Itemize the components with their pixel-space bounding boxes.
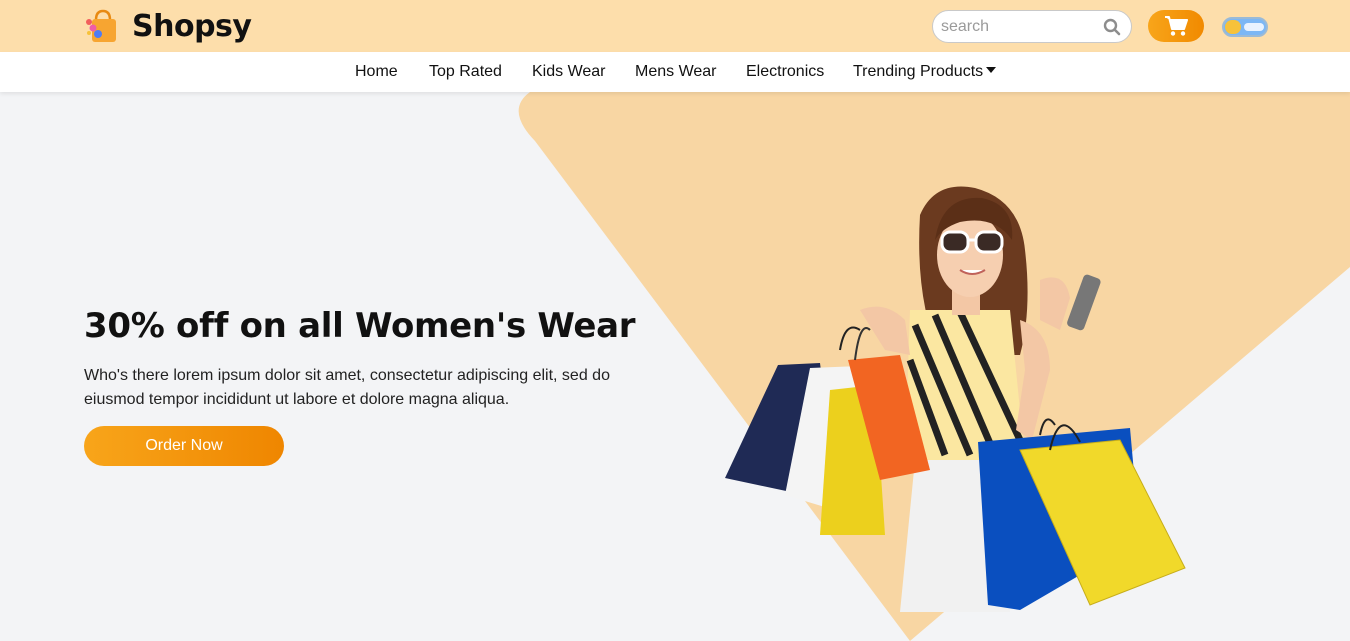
- search-icon[interactable]: [1103, 18, 1121, 36]
- brand-name: Shopsy: [132, 8, 252, 44]
- caret-down-icon: [986, 66, 997, 73]
- nav-item-trending-label: Trending Products: [853, 63, 984, 80]
- cloud-icon: [1244, 23, 1264, 31]
- nav-item-mens-wear[interactable]: Mens Wear: [635, 63, 717, 81]
- sun-icon: [1225, 20, 1241, 34]
- hero-title: 30% off on all Women's Wear: [84, 306, 636, 346]
- cart-icon: [1165, 16, 1188, 36]
- brand-logo[interactable]: Shopsy: [84, 8, 252, 44]
- search-input[interactable]: [941, 18, 1101, 36]
- search-box: [932, 10, 1132, 43]
- theme-toggle[interactable]: [1222, 17, 1268, 37]
- nav-list: Home Top Rated Kids Wear Mens Wear Elect…: [0, 63, 1350, 83]
- cart-button[interactable]: [1148, 10, 1204, 42]
- nav-item-top-rated[interactable]: Top Rated: [429, 63, 502, 81]
- top-header: Shopsy: [0, 0, 1350, 52]
- hero-description: Who's there lorem ipsum dolor sit amet, …: [84, 367, 610, 408]
- nav-item-kids-wear[interactable]: Kids Wear: [532, 63, 606, 81]
- shopping-bag-icon: [86, 9, 116, 42]
- nav-item-home[interactable]: Home: [355, 63, 398, 81]
- nav-item-electronics[interactable]: Electronics: [746, 63, 824, 81]
- woman-with-shopping-bags-image: [725, 186, 1186, 612]
- main-nav: Home Top Rated Kids Wear Mens Wear Elect…: [0, 52, 1350, 92]
- nav-item-trending-products[interactable]: Trending Products: [853, 63, 997, 81]
- order-now-button[interactable]: Order Now: [84, 426, 284, 466]
